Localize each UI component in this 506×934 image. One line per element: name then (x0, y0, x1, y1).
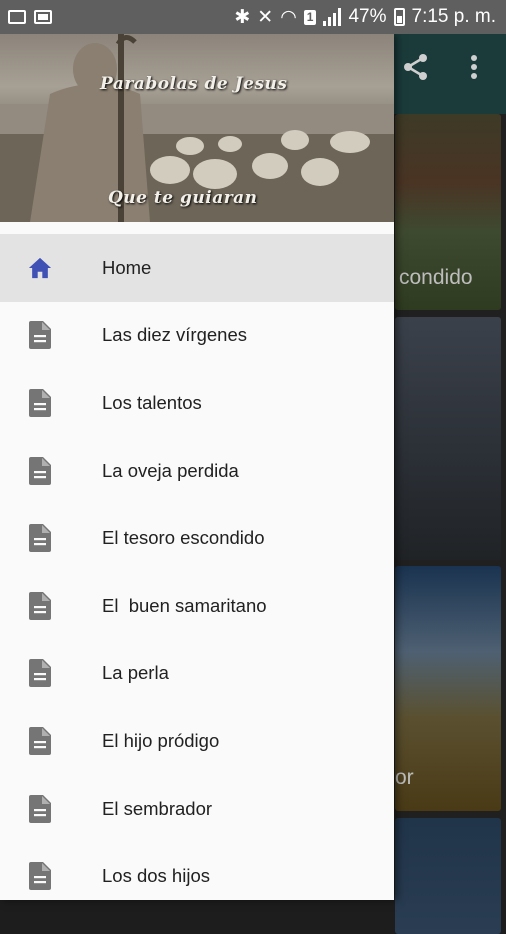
bluetooth-icon: ✱ (234, 6, 251, 28)
menu-item-label: La oveja perdida (102, 459, 239, 481)
document-icon (28, 591, 52, 620)
gallery-notification-icon (8, 10, 26, 24)
menu-item-el-tesoro-escondido[interactable]: El tesoro escondido (0, 504, 394, 572)
card-title: or (395, 766, 414, 789)
sim-badge: 1 (303, 9, 317, 25)
menu-item-el-buen-samaritano[interactable]: El buen samaritano (0, 572, 394, 640)
menu-item-label: La perla (102, 662, 169, 684)
drawer-menu: Home Las diez vírgenes Los talentos La o… (0, 234, 394, 910)
menu-item-label: El buen samaritano (102, 594, 267, 616)
home-icon (28, 254, 52, 282)
document-icon (28, 321, 52, 350)
drawer-header-subtitle: Que te guiaran (108, 188, 258, 208)
overflow-menu-icon[interactable] (470, 52, 478, 89)
app-notification-icon (34, 10, 52, 24)
drawer-header-title: Parabolas de Jesus (100, 74, 288, 94)
document-icon (28, 726, 52, 755)
drawer-header: Parabolas de Jesus Que te guiaran (0, 34, 394, 222)
menu-item-label: Los dos hijos (102, 865, 210, 887)
menu-item-label: El hijo pródigo (102, 729, 220, 751)
parable-card[interactable] (395, 818, 501, 934)
status-bar: ✱ ✕ ◠ 1 47% 7:15 p. m. (0, 0, 506, 34)
mute-icon: ✕ (257, 6, 274, 28)
battery-icon (393, 8, 405, 26)
document-icon (28, 388, 52, 417)
signal-icon (323, 8, 342, 26)
menu-item-la-oveja-perdida[interactable]: La oveja perdida (0, 437, 394, 505)
navigation-drawer: Parabolas de Jesus Que te guiaran Home L… (0, 34, 394, 900)
menu-item-la-perla[interactable]: La perla (0, 640, 394, 708)
document-icon (28, 524, 52, 553)
parable-card[interactable] (395, 317, 501, 560)
menu-item-el-sembrador[interactable]: El sembrador (0, 775, 394, 843)
clock: 7:15 p. m. (411, 6, 497, 27)
parable-card[interactable]: condido (395, 114, 501, 310)
document-icon (28, 456, 52, 485)
document-icon (28, 794, 52, 823)
menu-item-label: Home (102, 256, 152, 278)
battery-percent: 47% (348, 6, 387, 27)
wifi-icon: ◠ (280, 6, 297, 28)
menu-item-label: Los talentos (102, 391, 202, 413)
menu-item-las-diez-virgenes[interactable]: Las diez vírgenes (0, 302, 394, 370)
menu-item-label: El tesoro escondido (102, 527, 265, 549)
menu-item-home[interactable]: Home (0, 234, 394, 302)
menu-item-label: Las diez vírgenes (102, 324, 248, 346)
document-icon (28, 659, 52, 688)
menu-item-label: El sembrador (102, 797, 213, 819)
card-title: condido (399, 266, 473, 289)
share-icon[interactable] (402, 52, 430, 89)
menu-item-el-hijo-prodigo[interactable]: El hijo pródigo (0, 707, 394, 775)
menu-item-los-talentos[interactable]: Los talentos (0, 369, 394, 437)
parable-card[interactable]: or (395, 566, 501, 811)
document-icon (28, 862, 52, 891)
